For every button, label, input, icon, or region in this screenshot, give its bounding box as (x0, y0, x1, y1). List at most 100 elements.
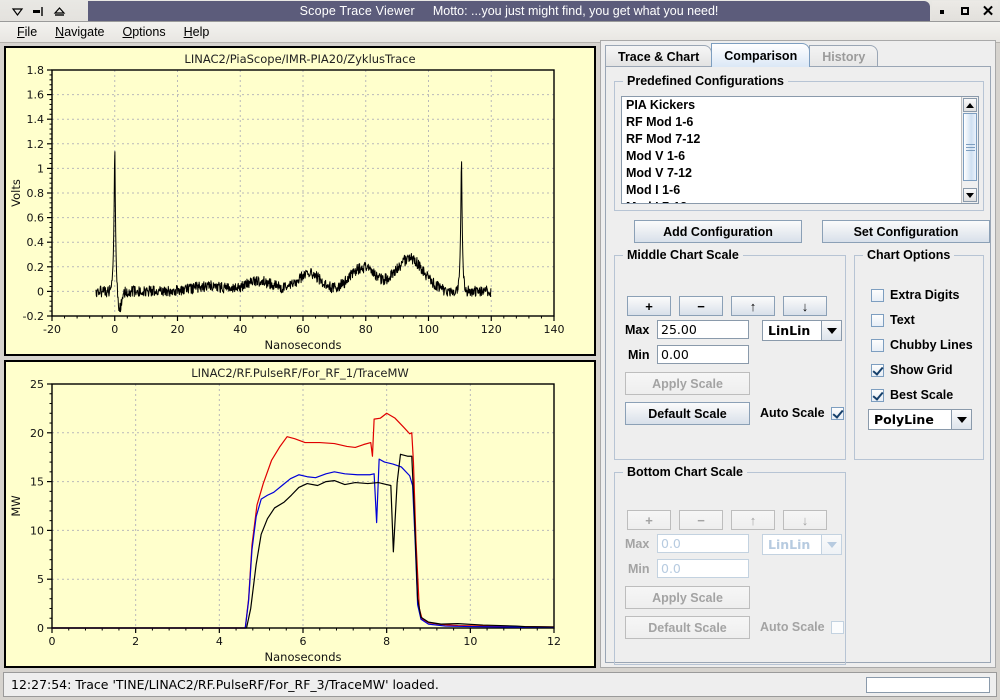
bottom-auto-scale-checkbox[interactable] (830, 620, 844, 634)
best-scale-checkbox-row[interactable]: Best Scale (871, 388, 953, 402)
window-controls: ✕ (932, 1, 998, 21)
scroll-up-arrow-icon[interactable] (963, 98, 977, 112)
chubby-lines-checkbox[interactable] (871, 338, 884, 352)
middle-scale-up-button[interactable]: ↑ (731, 296, 775, 316)
menu-navigate-label: avigate (64, 25, 105, 39)
middle-auto-scale-checkbox-row[interactable]: Auto Scale (760, 406, 844, 420)
menu-file[interactable]: File (8, 23, 46, 41)
chart-bottom[interactable]: LINAC2/RF.PulseRF/For_RF_1/TraceMW 0 5 10 1… (4, 360, 596, 668)
middle-auto-scale-label: Auto Scale (760, 406, 825, 420)
svg-text:140: 140 (544, 323, 565, 336)
right-panel: Trace & Chart Comparison History Predefi… (600, 40, 996, 668)
configurations-scrollbar[interactable] (961, 97, 978, 203)
menu-navigate[interactable]: Navigate (46, 23, 113, 41)
chart-options-label: Chart Options (863, 248, 955, 262)
svg-text:20: 20 (30, 427, 44, 440)
show-grid-label: Show Grid (890, 363, 953, 377)
middle-auto-scale-checkbox[interactable] (830, 406, 844, 420)
add-configuration-button[interactable]: Add Configuration (634, 220, 802, 243)
bottom-scale-down-button[interactable]: ↓ (783, 510, 827, 530)
bottom-auto-scale-checkbox-row[interactable]: Auto Scale (760, 620, 844, 634)
list-item[interactable]: Mod I 7-12 (622, 199, 978, 203)
scrollbar-thumb[interactable] (963, 113, 977, 181)
svg-text:2: 2 (132, 635, 139, 648)
svg-text:Nanoseconds: Nanoseconds (265, 650, 342, 664)
svg-text:100: 100 (418, 323, 439, 336)
maximize-button[interactable] (959, 5, 972, 18)
tab-trace-and-chart[interactable]: Trace & Chart (605, 45, 713, 67)
list-item[interactable]: Mod V 7-12 (622, 165, 978, 182)
list-item[interactable]: RF Mod 7-12 (622, 131, 978, 148)
text-label: Text (890, 313, 915, 327)
chevron-down-icon[interactable] (821, 535, 841, 554)
bottom-min-label: Min (628, 562, 650, 576)
collapse-icon[interactable] (10, 4, 25, 19)
shade-icon[interactable] (31, 4, 46, 19)
chubby-lines-checkbox-row[interactable]: Chubby Lines (871, 338, 973, 352)
bottom-min-input[interactable]: 0.0 (657, 559, 749, 578)
predefined-configurations-group: Predefined Configurations PIA Kickers RF… (614, 74, 984, 211)
extra-digits-checkbox-row[interactable]: Extra Digits (871, 288, 959, 302)
bottom-scale-minus-button[interactable]: − (679, 510, 723, 530)
svg-text:Nanoseconds: Nanoseconds (265, 338, 342, 352)
bottom-scale-up-button[interactable]: ↑ (731, 510, 775, 530)
chevron-down-icon[interactable] (821, 321, 841, 340)
middle-min-input[interactable]: 0.00 (657, 345, 749, 364)
middle-apply-scale-button[interactable]: Apply Scale (625, 372, 750, 395)
svg-text:1.8: 1.8 (27, 64, 45, 77)
bottom-max-input[interactable]: 0.0 (657, 534, 749, 553)
middle-max-label: Max (625, 323, 650, 337)
bottom-scale-plus-button[interactable]: + (627, 510, 671, 530)
close-button[interactable]: ✕ (982, 4, 995, 19)
svg-text:0.6: 0.6 (27, 212, 45, 225)
bottom-apply-scale-button[interactable]: Apply Scale (625, 586, 750, 609)
list-item[interactable]: PIA Kickers (622, 97, 978, 114)
middle-default-scale-button[interactable]: Default Scale (625, 402, 750, 425)
menu-options-label: ptions (132, 25, 166, 39)
tab-history[interactable]: History (809, 45, 879, 67)
status-input-field[interactable] (866, 677, 990, 693)
menu-help-label: elp (192, 25, 210, 39)
bottom-default-scale-button[interactable]: Default Scale (625, 616, 750, 639)
text-checkbox[interactable] (871, 313, 884, 327)
scroll-down-arrow-icon[interactable] (963, 188, 977, 202)
set-configuration-button[interactable]: Set Configuration (822, 220, 990, 243)
svg-text:MW: MW (9, 495, 23, 516)
configurations-list[interactable]: PIA Kickers RF Mod 1-6 RF Mod 7-12 Mod V… (621, 96, 979, 204)
chart-bottom-plot: 0 5 10 15 20 25 0 2 4 6 8 10 12 Nanoseconds MW (9, 378, 561, 664)
show-grid-checkbox[interactable] (871, 363, 884, 377)
svg-text:60: 60 (296, 323, 310, 336)
show-grid-checkbox-row[interactable]: Show Grid (871, 363, 953, 377)
bottom-max-label: Max (625, 537, 650, 551)
chart-top[interactable]: LINAC2/PiaScope/IMR-PIA20/ZyklusTrace -0… (4, 46, 596, 356)
menu-options[interactable]: Options (114, 23, 175, 41)
menu-help[interactable]: Help (175, 23, 219, 41)
middle-scale-minus-button[interactable]: − (679, 296, 723, 316)
tab-comparison[interactable]: Comparison (711, 43, 811, 67)
window-title: Scope Trace Viewer Motto: ...you just mi… (88, 1, 930, 21)
svg-text:40: 40 (233, 323, 247, 336)
bottom-scale-mode-combo[interactable]: LinLin (762, 534, 842, 555)
middle-max-input[interactable]: 25.00 (657, 320, 749, 339)
list-item[interactable]: RF Mod 1-6 (622, 114, 978, 131)
chevron-down-icon[interactable] (951, 410, 971, 429)
middle-scale-down-button[interactable]: ↓ (783, 296, 827, 316)
window-menu-icons (4, 0, 67, 22)
pin-icon[interactable] (52, 4, 67, 19)
svg-text:20: 20 (171, 323, 185, 336)
middle-scale-mode-combo[interactable]: LinLin (762, 320, 842, 341)
chart-style-combo[interactable]: PolyLine (868, 409, 972, 430)
svg-text:1.6: 1.6 (27, 89, 45, 102)
minimize-button[interactable] (936, 5, 949, 18)
middle-scale-plus-button[interactable]: + (627, 296, 671, 316)
svg-text:-0.2: -0.2 (23, 310, 44, 323)
text-checkbox-row[interactable]: Text (871, 313, 915, 327)
list-item[interactable]: Mod I 1-6 (622, 182, 978, 199)
middle-scale-mode-value: LinLin (768, 323, 811, 338)
list-item[interactable]: Mod V 1-6 (622, 148, 978, 165)
svg-text:Volts: Volts (9, 179, 23, 207)
best-scale-checkbox[interactable] (871, 388, 884, 402)
bottom-auto-scale-label: Auto Scale (760, 620, 825, 634)
svg-text:12: 12 (547, 635, 561, 648)
extra-digits-checkbox[interactable] (871, 288, 884, 302)
